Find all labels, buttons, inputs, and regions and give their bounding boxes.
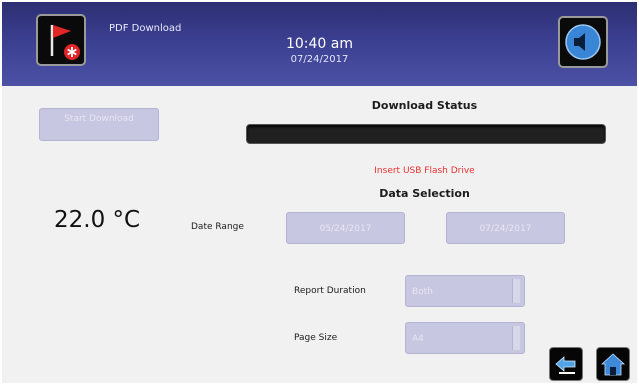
sound-button[interactable] — [558, 16, 608, 68]
home-button[interactable] — [596, 347, 630, 381]
report-duration-value: Both — [412, 287, 433, 297]
date-range-label: Date Range — [191, 222, 244, 232]
page-size-value: A4 — [412, 334, 424, 344]
speaker-icon — [565, 24, 601, 60]
page-size-label: Page Size — [294, 333, 338, 343]
end-date-field[interactable]: 07/24/2017 — [446, 212, 565, 244]
usb-status-message: Insert USB Flash Drive — [374, 166, 475, 176]
clock-time: 10:40 am — [285, 36, 353, 52]
temperature-readout: 22.0 °C — [54, 207, 141, 233]
back-arrow-icon — [555, 356, 576, 374]
report-duration-select[interactable]: Both — [405, 275, 525, 307]
start-date-field[interactable]: 05/24/2017 — [286, 212, 405, 244]
data-selection-heading: Data Selection — [379, 187, 470, 200]
start-download-button[interactable]: Start Download — [39, 108, 159, 141]
app-frame: PDF Download 10:40 am 07/24/2017 Start D… — [2, 2, 637, 383]
header-bar: PDF Download 10:40 am 07/24/2017 — [2, 2, 637, 86]
back-button[interactable] — [549, 347, 583, 381]
download-status-heading: Download Status — [371, 99, 478, 112]
screen-title: PDF Download — [109, 23, 182, 34]
page-size-select[interactable]: A4 — [405, 322, 525, 354]
dropdown-handle — [512, 279, 520, 303]
clock-date: 07/24/2017 — [290, 54, 349, 65]
dropdown-handle — [512, 326, 520, 350]
download-progress-bar — [246, 124, 606, 144]
home-icon — [600, 353, 626, 376]
report-duration-label: Report Duration — [294, 286, 366, 296]
